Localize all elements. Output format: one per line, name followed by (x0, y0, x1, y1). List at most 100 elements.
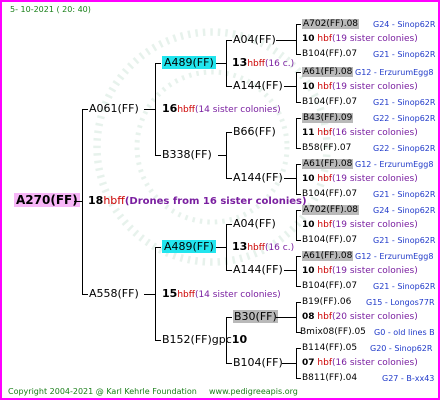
gen4-info-3: G22 - Sinop62R (373, 114, 436, 123)
gen2-node-2[interactable]: B338(FF) (162, 149, 212, 161)
gen1-node-1[interactable]: A061(FF) (89, 103, 139, 115)
gen3-node-8[interactable]: B104(FF) (233, 357, 283, 369)
gen4-gen-3: 11 (302, 128, 315, 138)
gen4-name-1: A702(FF).08 (302, 19, 360, 29)
gen4-pinfo-5: G21 - Sinop62R (373, 236, 436, 245)
gen4-name-4: A61(FF).08 (302, 159, 354, 169)
gen4-note-7: (20 sister colonies) (332, 312, 418, 322)
gen4-info-5: G24 - Sinop62R (373, 206, 436, 215)
gen4-node-6[interactable]: A61(FF).08 (302, 250, 354, 262)
gen4-parent-5[interactable]: B104(FF).07 (302, 234, 357, 246)
gen2-gen-3: 13 (232, 240, 248, 253)
gen4-parent-6[interactable]: B104(FF).07 (302, 280, 357, 292)
gen4-note-5: (19 sister colonies) (332, 220, 418, 230)
gen3-node-3[interactable]: B66(FF) (233, 126, 276, 138)
gen4-node-1[interactable]: A702(FF).08 (302, 18, 360, 30)
gen4-pinfo-1: G21 - Sinop62R (373, 50, 436, 59)
root-gen: 18 (88, 194, 104, 207)
gen1-info-2: 15hbff(14 sister colonies) (162, 288, 281, 301)
gen4-node-2[interactable]: A61(FF).08 (302, 66, 354, 78)
gen4-info-4: G12 - ErzurumEgg8 (355, 160, 434, 169)
gen4-code-2: hbf (317, 82, 332, 92)
gen4-parent-1[interactable]: B104(FF).07 (302, 48, 357, 60)
gen4-name-2: A61(FF).08 (302, 67, 354, 77)
gen1-node-2[interactable]: A558(FF) (89, 288, 139, 300)
gen3-node-6[interactable]: A144(FF) (233, 264, 283, 276)
gen4-pinfo-6: G21 - Sinop62R (373, 282, 436, 291)
footer-website[interactable]: www.pedigreeapis.org (209, 386, 298, 398)
gen4-gen-7: 08 (302, 312, 315, 322)
gen4-node-5[interactable]: A702(FF).08 (302, 204, 360, 216)
gen4-info-6: G12 - ErzurumEgg8 (355, 252, 434, 261)
gen3-node-5[interactable]: A04(FF) (233, 218, 276, 230)
gen4-gen-4: 10 (302, 174, 315, 184)
gen4-parent-4[interactable]: B104(FF).07 (302, 188, 357, 200)
gen4-node-3[interactable]: B43(FF).09 (302, 112, 354, 124)
gen4-name-3: B43(FF).09 (302, 113, 354, 123)
gen4-info-7: G15 - Longos77R (366, 298, 435, 307)
gen4-code-3: hbf (317, 128, 332, 138)
gen2-info-3: 13hbff(16 c.) (232, 241, 294, 254)
gen4-pinfo-8: G27 - B-xx43 (382, 374, 435, 383)
pedigree-frame: 5- 10-2021 ( 20: 40) A270(FF) 18hbff(Dro… (0, 0, 440, 400)
gen4-sub-6: 10 hbf(19 sister colonies) (302, 265, 418, 277)
gen4-note-3: (16 sister colonies) (332, 128, 418, 138)
gen1-code-2: hbff (177, 290, 195, 300)
gen4-gen-5: 10 (302, 220, 315, 230)
gen1-code-1: hbff (177, 105, 195, 115)
gen3-node-4[interactable]: A144(FF) (233, 172, 283, 184)
gen3-node-7[interactable]: B30(FF) (233, 310, 278, 323)
gen2-code-1: hbff (247, 59, 265, 69)
gen4-sub-5: 10 hbf(19 sister colonies) (302, 219, 418, 231)
gen4-note-8: (16 sister colonies) (332, 358, 418, 368)
root-code: hbff (103, 194, 125, 207)
gen4-gen-1: 10 (302, 34, 315, 44)
root-name: A270(FF) (14, 193, 80, 207)
gen4-info-1: G24 - Sinop62R (373, 20, 436, 29)
gen4-info-8: G20 - Sinop62R (370, 344, 433, 353)
gen4-code-6: hbf (317, 266, 332, 276)
gen2-code-3: hbff (247, 243, 265, 253)
gen2-note-1: (16 c.) (264, 59, 295, 69)
gen4-parent-2[interactable]: B104(FF).07 (302, 96, 357, 108)
gen4-info-2: G12 - ErzurumEgg8 (355, 68, 434, 77)
gen4-node-8[interactable]: B114(FF).05 (302, 342, 357, 354)
gen4-sub-7: 08 hbf(20 sister colonies) (302, 311, 418, 323)
gen4-code-8: hbf (317, 358, 332, 368)
gen4-pinfo-2: G21 - Sinop62R (373, 98, 436, 107)
gen4-note-2: (19 sister colonies) (332, 82, 418, 92)
gen2-node-1[interactable]: A489(FF) (162, 56, 216, 69)
root-info: 18hbff(Drones from 16 sister colonies) (88, 195, 307, 208)
gen4-code-4: hbf (317, 174, 332, 184)
gen4-node-4[interactable]: A61(FF).08 (302, 158, 354, 170)
gen4-gen-8: 07 (302, 358, 315, 368)
gen3-name-7: B30(FF) (233, 310, 278, 323)
gen4-note-1: (19 sister colonies) (332, 34, 418, 44)
header-date: 5- 10-2021 ( 20: 40) (10, 5, 91, 14)
gen1-gen-1: 16 (162, 102, 178, 115)
gen2-node-3[interactable]: A489(FF) (162, 240, 216, 253)
gen2-name-3: A489(FF) (162, 240, 216, 253)
gen4-code-1: hbf (317, 34, 332, 44)
gen4-sub-1: 10 hbf(19 sister colonies) (302, 33, 418, 45)
gen2-node-4[interactable]: B152(FF)gpc10 (162, 334, 247, 346)
gen2-gen-1: 13 (232, 56, 248, 69)
root-note: (Drones from 16 sister colonies) (124, 196, 307, 207)
gen3-node-1[interactable]: A04(FF) (233, 34, 276, 46)
gen4-parent-8[interactable]: B811(FF).04 (302, 372, 357, 384)
gen4-name-6: A61(FF).08 (302, 251, 354, 261)
gen4-pinfo-4: G21 - Sinop62R (373, 190, 436, 199)
gen4-pinfo-3: G22 - Sinop62R (373, 144, 436, 153)
gen3-node-2[interactable]: A144(FF) (233, 80, 283, 92)
gen4-code-5: hbf (317, 220, 332, 230)
footer-copyright: Copyright 2004-2021 @ Karl Kehrle Founda… (8, 387, 197, 396)
gen1-gen-2: 15 (162, 287, 178, 300)
gen4-node-7[interactable]: B19(FF).06 (302, 296, 351, 308)
root-node[interactable]: A270(FF) (14, 193, 80, 207)
gen2-name-1: A489(FF) (162, 56, 216, 69)
gen4-code-7: hbf (317, 312, 332, 322)
gen4-parent-3[interactable]: B58(FF).07 (302, 142, 351, 154)
gen4-pinfo-7: G0 - old lines B (374, 328, 435, 337)
gen4-sub-2: 10 hbf(19 sister colonies) (302, 81, 418, 93)
gen4-parent-7[interactable]: Bmix08(FF).05 (300, 326, 366, 338)
